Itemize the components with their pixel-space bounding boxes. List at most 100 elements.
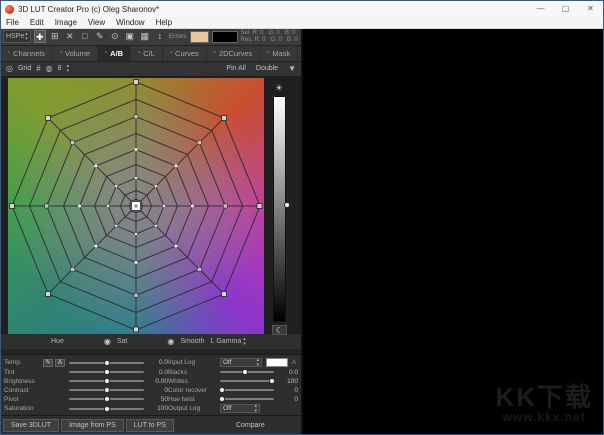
pivot-value: 50 bbox=[148, 396, 168, 403]
input-log-select[interactable]: Off ▴▾ bbox=[220, 358, 262, 367]
input-log-auto-button[interactable]: A bbox=[290, 359, 298, 366]
menu-file[interactable]: File bbox=[6, 18, 19, 27]
save-3dlut-button[interactable]: Save 3DLUT bbox=[3, 419, 59, 432]
lut-to-ps-button[interactable]: LUT to PS bbox=[126, 419, 174, 432]
tab-bullet-icon: ▪ bbox=[138, 50, 140, 56]
zoom-tool-icon[interactable]: ⊙ bbox=[109, 30, 121, 43]
menu-bar: File Edit Image View Window Help bbox=[1, 17, 603, 29]
grid-label[interactable]: Grid bbox=[18, 65, 31, 72]
tab-2dcurves[interactable]: ▪2DCurves bbox=[207, 46, 260, 61]
contrast-value: 0 bbox=[148, 387, 168, 394]
compare-button[interactable]: Compare bbox=[236, 422, 265, 429]
saturation-label: Saturation bbox=[4, 405, 65, 412]
input-log-swatch[interactable] bbox=[266, 358, 288, 367]
tab-channels[interactable]: ▪Channels bbox=[1, 46, 53, 61]
temp-auto-button[interactable]: A bbox=[55, 359, 65, 367]
tab-cl[interactable]: ▪C/L bbox=[131, 46, 163, 61]
crop-tool-icon[interactable]: ▣ bbox=[124, 30, 136, 43]
menu-window[interactable]: Window bbox=[116, 18, 144, 27]
tab-bullet-icon: ▪ bbox=[170, 50, 172, 56]
hue-twist-value: 0 bbox=[278, 396, 298, 403]
contrast-slider-row: Contrast 0 bbox=[4, 386, 168, 395]
hue-label[interactable]: Hue bbox=[51, 338, 64, 345]
smooth-button[interactable]: Smooth bbox=[180, 338, 204, 345]
menu-help[interactable]: Help bbox=[156, 18, 172, 27]
pivot-label: Pivot bbox=[4, 396, 65, 403]
hue-reset-icon[interactable]: ◉ bbox=[104, 337, 111, 346]
grid-tool-icon[interactable]: ▦ bbox=[139, 30, 151, 43]
image-preview-area[interactable]: KK下载 www.kkx.net bbox=[303, 29, 603, 434]
tint-slider-row: Tint 0.0 bbox=[4, 368, 168, 377]
globe-icon[interactable]: ◍ bbox=[46, 64, 53, 73]
watermark-url: www.kkx.net bbox=[495, 410, 593, 424]
output-log-spinner-icon[interactable]: ▴▾ bbox=[254, 404, 257, 414]
menu-edit[interactable]: Edit bbox=[30, 18, 44, 27]
color-mode-select[interactable]: HSPe ▴▾ bbox=[3, 30, 31, 43]
luminance-slider-handle[interactable] bbox=[284, 202, 290, 208]
pivot-slider[interactable] bbox=[69, 398, 144, 400]
brightness-label: Brightness bbox=[4, 378, 65, 385]
tab-curves[interactable]: ▪Curves bbox=[163, 46, 207, 61]
selected-color-swatch[interactable] bbox=[190, 31, 209, 43]
image-from-ps-button[interactable]: Image from PS bbox=[61, 419, 124, 432]
color-recover-value: 0 bbox=[278, 387, 298, 394]
gamma-spinner-icon[interactable]: ▴▾ bbox=[243, 337, 246, 347]
saturation-slider[interactable] bbox=[69, 408, 144, 410]
temp-eyedropper-icon[interactable]: ✎ bbox=[43, 359, 53, 367]
temp-slider[interactable] bbox=[69, 362, 144, 364]
tab-bullet-icon: ▪ bbox=[105, 50, 107, 56]
gamma-select[interactable]: L Gamma ▴▾ bbox=[210, 337, 245, 347]
result-color-swatch[interactable] bbox=[212, 31, 238, 43]
watermark-logo: KK下载 bbox=[495, 384, 593, 410]
minimize-button[interactable]: — bbox=[528, 1, 553, 17]
color-recover-label: Color recover bbox=[168, 387, 216, 394]
hash-grid-icon[interactable]: # bbox=[36, 64, 40, 73]
brightness-slider[interactable] bbox=[69, 380, 144, 382]
transform-tool-icon[interactable]: ⊞ bbox=[49, 30, 61, 43]
errors-label[interactable]: Errors bbox=[169, 33, 187, 40]
blacks-value: 0.0 bbox=[278, 369, 298, 376]
luminance-gradient-bar[interactable] bbox=[273, 96, 286, 322]
hue-twist-slider[interactable] bbox=[220, 398, 274, 400]
whites-slider[interactable] bbox=[220, 380, 274, 382]
picker-tool-icon[interactable]: ✎ bbox=[94, 30, 106, 43]
menu-view[interactable]: View bbox=[88, 18, 105, 27]
input-log-spinner-icon[interactable]: ▴▾ bbox=[256, 358, 259, 368]
tint-label: Tint bbox=[4, 369, 65, 376]
grid-options-row: ◎ Grid # ◍ 8 ▴▾ Pin All Double ▼ bbox=[1, 62, 301, 77]
color-recover-slider-row: Color recover 0 bbox=[168, 386, 298, 395]
maximize-button[interactable]: ▢ bbox=[553, 1, 578, 17]
output-log-select[interactable]: Off ▴▾ bbox=[220, 404, 260, 413]
ab-color-field[interactable] bbox=[8, 78, 264, 334]
rect-tool-icon[interactable]: □ bbox=[79, 30, 91, 43]
grid-mode-select[interactable]: Double bbox=[256, 65, 278, 72]
hue-twist-slider-row: Hue twist 0 bbox=[168, 395, 298, 404]
tab-volume[interactable]: ▪Volume bbox=[53, 46, 98, 61]
output-log-label: Output Log bbox=[168, 405, 216, 412]
sat-reset-icon[interactable]: ◉ bbox=[167, 337, 174, 346]
close-button[interactable]: ✕ bbox=[578, 1, 603, 17]
target-icon[interactable]: ◎ bbox=[6, 64, 13, 73]
spinner-icon[interactable]: ▴▾ bbox=[25, 32, 28, 42]
tab-mask[interactable]: ▪Mask bbox=[260, 46, 298, 61]
blacks-slider[interactable] bbox=[220, 371, 274, 373]
sun-icon: ☀ bbox=[275, 83, 283, 94]
tint-slider[interactable] bbox=[69, 371, 144, 373]
moon-icon[interactable]: ☾ bbox=[272, 325, 287, 335]
subdiv-spinner-icon[interactable]: ▴▾ bbox=[67, 64, 70, 74]
tool-panel: HSPe ▴▾ ✚ ⊞ ✕ □ ✎ ⊙ ▣ ▦ ↕ Errors Sel. R:… bbox=[1, 29, 303, 434]
contrast-slider[interactable] bbox=[69, 389, 144, 391]
grid-subdivisions-value[interactable]: 8 bbox=[58, 65, 62, 72]
color-recover-slider[interactable] bbox=[220, 389, 274, 391]
move-tool-icon[interactable]: ✚ bbox=[34, 30, 46, 43]
menu-image[interactable]: Image bbox=[55, 18, 77, 27]
errors-icon[interactable]: ↕ bbox=[154, 30, 166, 43]
pin-all-button[interactable]: Pin All bbox=[226, 65, 245, 72]
color-web-grid[interactable] bbox=[8, 78, 264, 334]
tab-bullet-icon: ▪ bbox=[214, 50, 216, 56]
sat-label[interactable]: Sat bbox=[117, 338, 128, 345]
tab-ab[interactable]: ▪A/B bbox=[98, 46, 131, 61]
dropdown-arrow-icon[interactable]: ▼ bbox=[288, 64, 296, 73]
output-log-row: Output Log Off ▴▾ bbox=[168, 404, 298, 413]
cut-tool-icon[interactable]: ✕ bbox=[64, 30, 76, 43]
